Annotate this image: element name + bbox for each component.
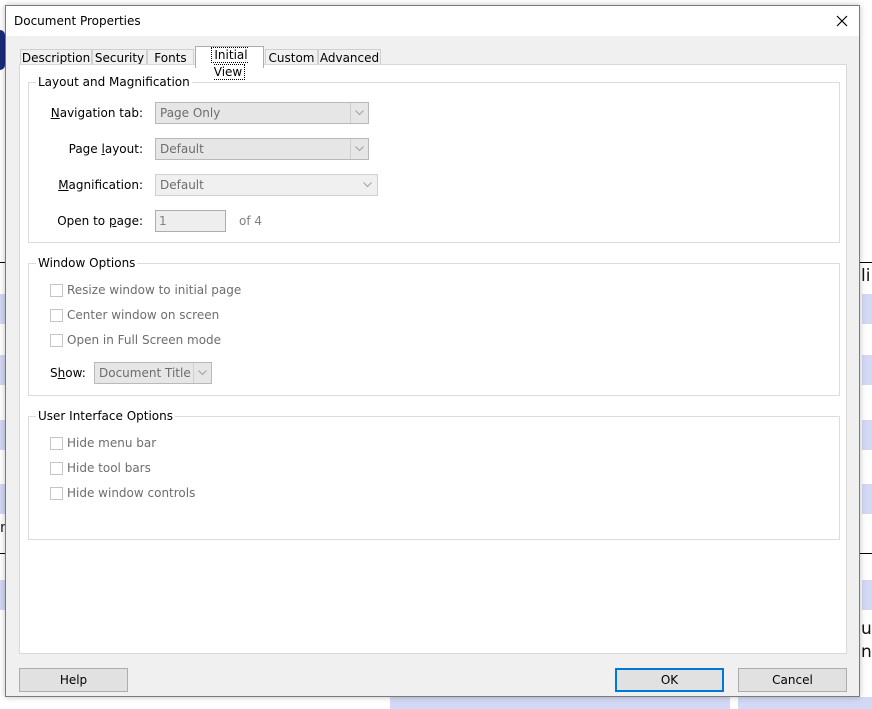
dialog-title: Document Properties <box>14 14 141 28</box>
page-layout-dropdown[interactable]: Default <box>155 138 369 160</box>
page-layout-label: Page layout: <box>68 142 143 156</box>
initial-view-panel: Layout and Magnification Navigation tab:… <box>19 64 847 654</box>
background-stripe <box>738 697 872 709</box>
group-title: Window Options <box>36 256 138 270</box>
open-to-page-input[interactable]: 1 <box>155 210 226 232</box>
background-stripe <box>390 697 730 709</box>
background-stripe <box>862 580 872 610</box>
title-bar[interactable]: Document Properties <box>6 6 859 36</box>
magnification-value: Default <box>160 178 204 192</box>
show-dropdown[interactable]: Document Title <box>94 362 212 384</box>
checkbox-box[interactable] <box>50 462 63 475</box>
checkbox-label: Hide window controls <box>67 486 196 500</box>
checkbox-label: Open in Full Screen mode <box>67 333 222 347</box>
show-value: Document Title <box>99 366 191 380</box>
checkbox-label: Center window on screen <box>67 308 220 322</box>
background-text: uk <box>861 619 872 639</box>
checkbox-label: Resize window to initial page <box>67 283 242 297</box>
background-stripe <box>862 355 872 385</box>
checkbox-label: Hide menu bar <box>67 436 157 450</box>
close-icon <box>836 15 848 27</box>
page-count-text: of 4 <box>239 214 263 228</box>
checkbox-box[interactable] <box>50 334 63 347</box>
background-stripe <box>862 484 872 514</box>
tab-initial-view[interactable]: Initial View <box>195 46 264 80</box>
navigation-tab-value: Page Only <box>160 106 221 120</box>
background-stripe <box>862 420 872 450</box>
user-interface-options-group: User Interface Options Hide menu bar Hid… <box>28 409 840 540</box>
checkbox-box[interactable] <box>50 487 63 500</box>
chevron-down-icon <box>350 139 368 159</box>
navigation-tab-label: Navigation tab: <box>50 106 143 120</box>
close-button[interactable] <box>829 8 855 34</box>
show-label: Show: <box>50 366 86 380</box>
checkbox-label: Hide tool bars <box>67 461 151 475</box>
background-stripe <box>862 294 872 324</box>
layout-magnification-group: Layout and Magnification Navigation tab:… <box>28 75 840 243</box>
window-options-group: Window Options Resize window to initial … <box>28 256 840 396</box>
group-title: User Interface Options <box>36 409 176 423</box>
background-text: na <box>861 642 872 662</box>
checkbox-box[interactable] <box>50 309 63 322</box>
chevron-down-icon <box>193 363 211 383</box>
checkbox-box[interactable] <box>50 284 63 297</box>
magnification-dropdown[interactable]: Default <box>155 174 378 196</box>
chevron-down-icon <box>350 103 368 123</box>
ok-button[interactable]: OK <box>615 668 724 692</box>
document-properties-dialog: Document Properties Description Security… <box>5 5 860 697</box>
page-layout-value: Default <box>160 142 204 156</box>
group-title: Layout and Magnification <box>36 75 192 89</box>
chevron-down-icon <box>359 175 377 195</box>
background-text: lin <box>861 266 872 286</box>
magnification-label: Magnification: <box>58 178 143 192</box>
help-button[interactable]: Help <box>19 668 128 692</box>
navigation-tab-dropdown[interactable]: Page Only <box>155 102 369 124</box>
checkbox-box[interactable] <box>50 437 63 450</box>
open-to-page-label: Open to page: <box>57 214 143 228</box>
cancel-button[interactable]: Cancel <box>738 668 847 692</box>
